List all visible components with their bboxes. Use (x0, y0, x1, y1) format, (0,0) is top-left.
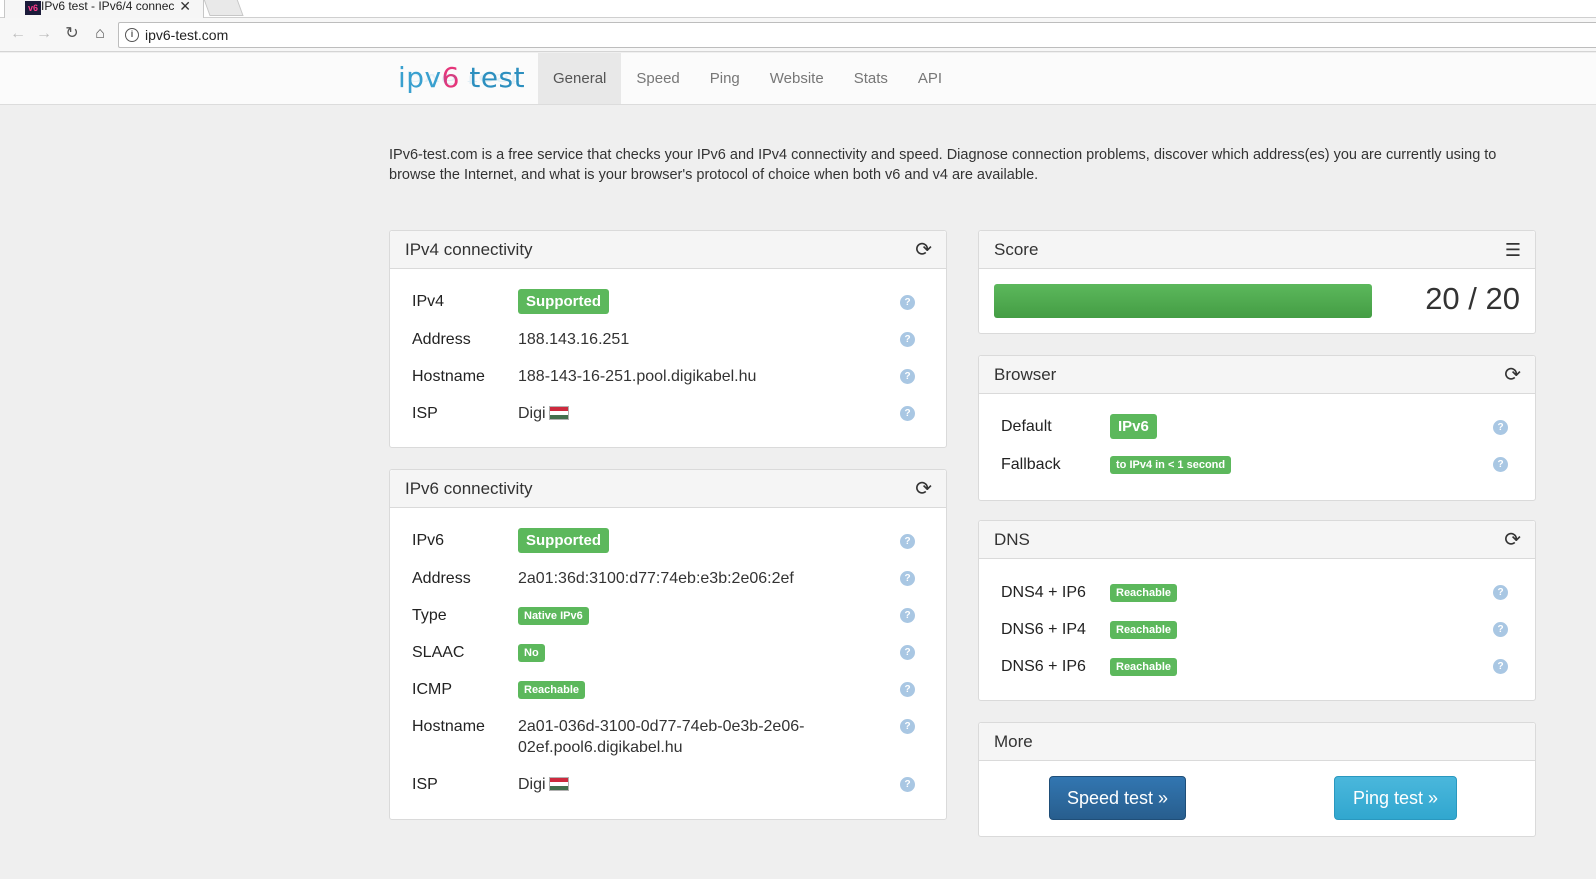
help-icon[interactable]: ? (900, 406, 915, 421)
help-icon[interactable]: ? (900, 332, 915, 347)
help-icon[interactable]: ? (900, 645, 915, 660)
tab-title: IPv6 test - IPv6/4 connec (41, 0, 175, 13)
help-icon[interactable]: ? (900, 534, 915, 549)
ipv6-panel-header: IPv6 connectivity ⟳ (390, 470, 946, 508)
forward-arrow-icon[interactable]: → (34, 24, 54, 44)
intro-text: IPv6-test.com is a free service that che… (389, 147, 1497, 183)
reachable-badge: Reachable (1110, 658, 1178, 676)
site-favicon-icon: v6 (25, 1, 41, 15)
address-bar[interactable]: i ipv6-test.com (118, 22, 1596, 48)
help-icon[interactable]: ? (900, 682, 915, 697)
more-panel-header: More (979, 723, 1535, 761)
list-icon[interactable]: ☰ (1505, 231, 1521, 269)
tab-general[interactable]: General (538, 53, 622, 104)
browser-tabstrip: v6 IPv6 test - IPv6/4 connec ✕ (0, 0, 1596, 18)
score-progress-fill (994, 284, 1372, 318)
help-icon[interactable]: ? (1493, 420, 1508, 435)
refresh-icon[interactable]: ⟳ (915, 470, 932, 508)
refresh-icon[interactable]: ⟳ (915, 231, 932, 269)
tab-speed[interactable]: Speed (621, 53, 694, 104)
help-icon[interactable]: ? (1493, 659, 1508, 674)
ipv4-address-link[interactable]: 188.143.16.251 (518, 331, 629, 349)
score-panel-header: Score ☰ (979, 231, 1535, 269)
help-icon[interactable]: ? (1493, 622, 1508, 637)
tab-api[interactable]: API (903, 53, 957, 104)
ipv4-panel-header: IPv4 connectivity ⟳ (390, 231, 946, 269)
browser-panel-title: Browser (994, 365, 1057, 384)
score-progress-bar (994, 284, 1372, 318)
help-icon[interactable]: ? (1493, 457, 1508, 472)
reload-icon[interactable]: ↻ (62, 24, 82, 44)
back-arrow-icon[interactable]: ← (8, 24, 28, 44)
logo-reflection: ipv6 test (398, 70, 521, 88)
dns-panel-title: DNS (994, 530, 1030, 549)
fallback-badge: to IPv4 in < 1 second (1110, 456, 1232, 474)
browser-panel: Browser ⟳ Default IPv6 ? Fallback to IPv… (978, 355, 1536, 501)
help-icon[interactable]: ? (1493, 585, 1508, 600)
tab-website[interactable]: Website (755, 53, 839, 104)
hungary-flag-icon (548, 406, 569, 420)
score-panel: Score ☰ 20 / 20 (978, 230, 1536, 334)
status-badge: Supported (518, 289, 609, 314)
status-badge: Supported (518, 528, 609, 553)
help-icon[interactable]: ? (900, 295, 915, 310)
new-tab-button[interactable] (202, 0, 244, 16)
ipv6-address-link[interactable]: 2a01:36d:3100:d77:74eb:e3b:2e06:2ef (518, 570, 794, 588)
icmp-badge: Reachable (518, 681, 586, 699)
speed-test-button[interactable]: Speed test » (1049, 776, 1186, 820)
tab-ping[interactable]: Ping (695, 53, 755, 104)
ipv6-panel: IPv6 connectivity ⟳ IPv6 Supported ? Add… (389, 469, 947, 820)
help-icon[interactable]: ? (900, 777, 915, 792)
tab-stats[interactable]: Stats (839, 53, 903, 104)
ipv4-panel-title: IPv4 connectivity (405, 240, 533, 259)
browser-tab[interactable]: v6 IPv6 test - IPv6/4 connec ✕ (4, 0, 204, 18)
refresh-icon[interactable]: ⟳ (1504, 521, 1521, 559)
tab-close-icon[interactable]: ✕ (179, 0, 191, 15)
type-badge: Native IPv6 (518, 607, 589, 625)
reachable-badge: Reachable (1110, 584, 1178, 602)
default-badge: IPv6 (1110, 414, 1157, 439)
browser-toolbar: ← → ↻ ⌂ i ipv6-test.com (0, 18, 1596, 52)
more-panel: More Speed test » Ping test » (978, 722, 1536, 837)
site-nav-tabs: General Speed Ping Website Stats API (538, 53, 957, 105)
ping-test-button[interactable]: Ping test » (1334, 776, 1457, 820)
browser-panel-header: Browser ⟳ (979, 356, 1535, 394)
score-value: 20 / 20 (1425, 281, 1520, 316)
home-icon[interactable]: ⌂ (90, 24, 110, 44)
address-bar-url: ipv6-test.com (145, 27, 229, 43)
ipv6-panel-title: IPv6 connectivity (405, 479, 533, 498)
site-navbar: ipv6 test ipv6 test General Speed Ping W… (0, 53, 1596, 105)
help-icon[interactable]: ? (900, 608, 915, 623)
refresh-icon[interactable]: ⟳ (1504, 356, 1521, 394)
help-icon[interactable]: ? (900, 369, 915, 384)
site-info-icon[interactable]: i (125, 28, 139, 42)
ipv4-panel: IPv4 connectivity ⟳ IPv4 Supported ? Add… (389, 230, 947, 448)
more-panel-title: More (994, 732, 1033, 751)
help-icon[interactable]: ? (900, 571, 915, 586)
dns-panel-header: DNS ⟳ (979, 521, 1535, 559)
hungary-flag-icon (548, 777, 569, 791)
dns-panel: DNS ⟳ DNS4 + IP6 Reachable ? DNS6 + IP4 … (978, 520, 1536, 701)
score-panel-title: Score (994, 240, 1039, 259)
help-icon[interactable]: ? (900, 719, 915, 734)
reachable-badge: Reachable (1110, 621, 1178, 639)
slaac-badge: No (518, 644, 545, 662)
